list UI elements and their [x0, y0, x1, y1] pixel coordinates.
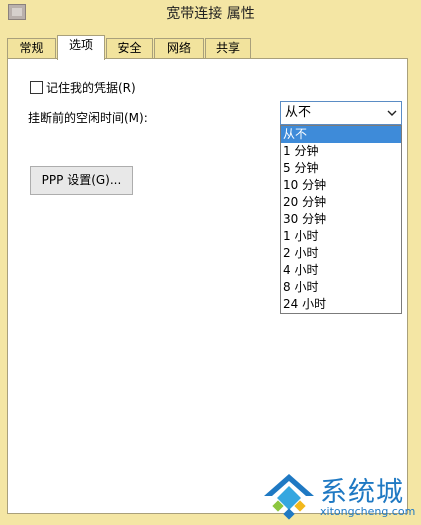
- properties-window: 宽带连接 属性 常规 选项 安全 网络 共享 记住我的凭据(R) 挂断前的空闲时…: [0, 0, 421, 525]
- watermark-name: 系统城: [320, 477, 404, 508]
- dropdown-option[interactable]: 30 分钟: [281, 211, 401, 228]
- idle-time-select[interactable]: 从不: [280, 101, 402, 125]
- checkbox-box[interactable]: [30, 80, 43, 94]
- dropdown-option[interactable]: 2 小时: [281, 245, 401, 262]
- house-logo-icon: [264, 474, 314, 520]
- title-bar[interactable]: 宽带连接 属性: [0, 0, 421, 28]
- window-title: 宽带连接 属性: [166, 6, 255, 22]
- dropdown-option[interactable]: 5 分钟: [281, 160, 401, 177]
- tab-general[interactable]: 常规: [7, 38, 56, 59]
- dropdown-option[interactable]: 24 小时: [281, 296, 401, 313]
- tab-strip: 常规 选项 安全 网络 共享: [7, 35, 407, 60]
- dropdown-option[interactable]: 20 分钟: [281, 194, 401, 211]
- dropdown-option[interactable]: 8 小时: [281, 279, 401, 296]
- watermark-url: xitongcheng.com: [320, 505, 416, 518]
- tab-options[interactable]: 选项: [57, 35, 105, 60]
- options-panel: 记住我的凭据(R) 挂断前的空闲时间(M): 从不 从不 1 分钟 5 分钟 1…: [7, 58, 408, 514]
- tab-networking[interactable]: 网络: [154, 38, 204, 59]
- remember-credentials-label: 记住我的凭据(R): [46, 80, 136, 95]
- tab-security[interactable]: 安全: [106, 38, 153, 59]
- dropdown-option[interactable]: 从不: [281, 126, 401, 143]
- tab-sharing[interactable]: 共享: [205, 38, 251, 59]
- dropdown-option[interactable]: 10 分钟: [281, 177, 401, 194]
- idle-time-label: 挂断前的空闲时间(M):: [28, 111, 148, 125]
- remember-credentials-checkbox[interactable]: 记住我的凭据(R): [30, 79, 136, 95]
- idle-time-dropdown: 从不 1 分钟 5 分钟 10 分钟 20 分钟 30 分钟 1 小时 2 小时…: [280, 125, 402, 314]
- idle-time-value: 从不: [285, 105, 312, 120]
- watermark: 系统城 xitongcheng.com: [262, 470, 417, 522]
- dropdown-option[interactable]: 1 分钟: [281, 143, 401, 160]
- dropdown-option[interactable]: 1 小时: [281, 228, 401, 245]
- dropdown-option[interactable]: 4 小时: [281, 262, 401, 279]
- ppp-settings-button[interactable]: PPP 设置(G)...: [30, 166, 133, 195]
